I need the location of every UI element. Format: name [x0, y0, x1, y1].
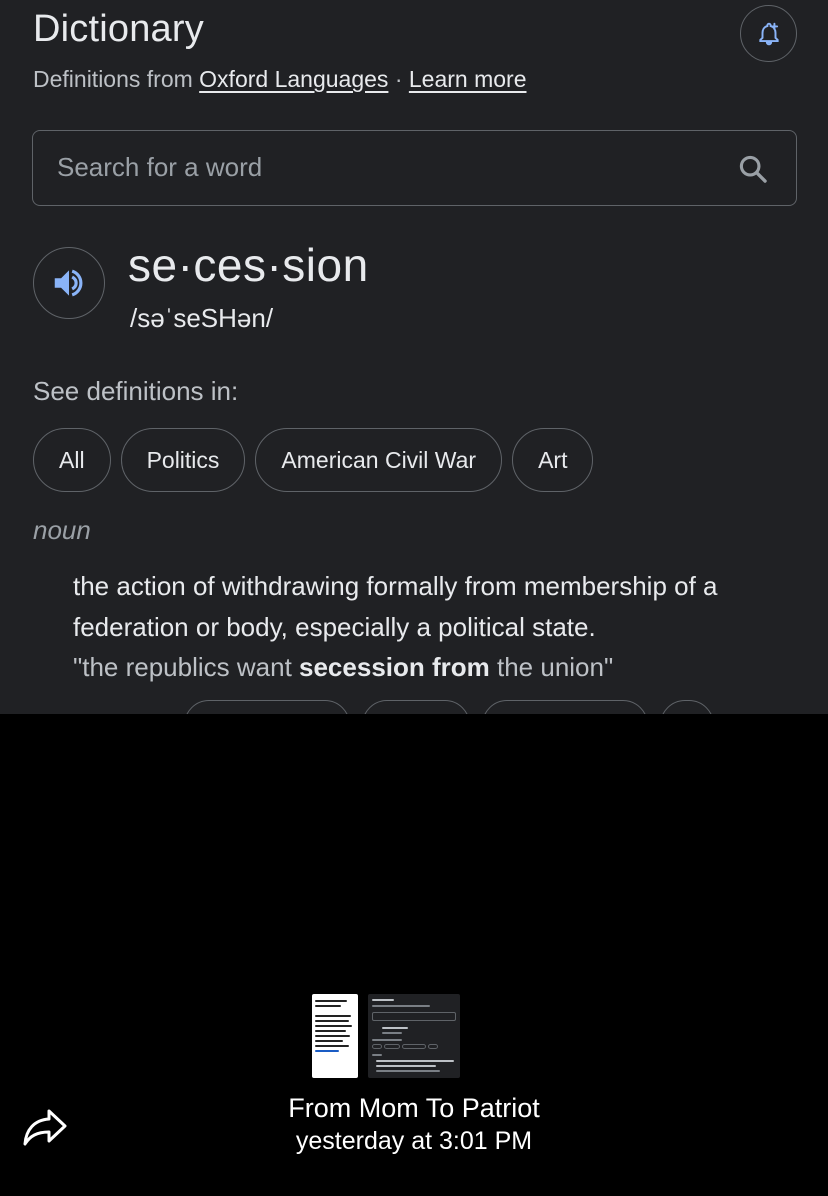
example-prefix: "the republics want — [73, 652, 300, 682]
notify-button[interactable] — [740, 5, 797, 62]
speaker-icon — [54, 269, 83, 297]
subtitle-prefix: Definitions from — [33, 66, 193, 92]
see-definitions-label: See definitions in: — [33, 376, 239, 406]
example-highlight: secession from — [299, 652, 490, 682]
similar-chips-cutoff — [184, 700, 714, 714]
message-timestamp: yesterday at 3:01 PM — [295, 1127, 533, 1155]
cutoff-chip — [184, 700, 350, 714]
example-sentence: "the republics want secession from the u… — [73, 647, 613, 688]
definition-text: the action of withdrawing formally from … — [73, 571, 718, 642]
pronunciation-button[interactable] — [33, 247, 105, 319]
chip-american-civil-war[interactable]: American Civil War — [255, 428, 503, 492]
oxford-languages-link[interactable]: Oxford Languages — [199, 66, 388, 92]
cutoff-chip — [362, 700, 470, 714]
chip-politics[interactable]: Politics — [120, 428, 246, 492]
thumbnail-article[interactable] — [312, 994, 358, 1078]
headword: se·ces·sion — [128, 239, 369, 291]
search-icon[interactable] — [736, 152, 770, 186]
search-input[interactable] — [57, 131, 717, 204]
definition-chips: All Politics American Civil War Art — [33, 428, 594, 492]
part-of-speech: noun — [33, 515, 91, 545]
separator: · — [394, 66, 403, 92]
cutoff-chip — [660, 700, 714, 714]
cutoff-chip — [482, 700, 648, 714]
example-suffix: the union" — [489, 652, 614, 682]
message-sender: From Mom To Patriot — [288, 1093, 540, 1123]
thumbnail-dictionary[interactable] — [368, 994, 460, 1078]
phonetic-spelling: /səˈseSHən/ — [130, 303, 274, 333]
chip-art[interactable]: Art — [512, 428, 594, 492]
learn-more-link[interactable]: Learn more — [409, 66, 527, 92]
dictionary-title: Dictionary — [33, 8, 204, 50]
definitions-source: Definitions from Oxford Languages · Lear… — [33, 66, 527, 93]
chip-all[interactable]: All — [33, 428, 111, 492]
dictionary-card: Dictionary Definitions from Oxford Langu… — [0, 0, 828, 714]
bell-plus-icon — [758, 22, 779, 45]
image-thumbnails — [312, 994, 460, 1078]
search-box — [32, 130, 797, 206]
